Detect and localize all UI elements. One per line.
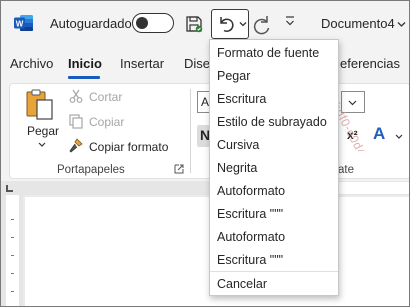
undo-item[interactable]: Escritura: [217, 92, 266, 106]
chevron-down-icon[interactable]: [239, 20, 247, 28]
word-logo-icon: W: [14, 15, 33, 31]
chevron-down-icon: [348, 100, 357, 106]
font-group-label: ate: [338, 164, 354, 176]
redo-icon[interactable]: [252, 13, 274, 35]
group-divider: [190, 89, 191, 173]
chevron-down-icon[interactable]: [38, 142, 46, 148]
autosave-label: Autoguardado: [50, 16, 132, 31]
chevron-down-icon[interactable]: [395, 134, 403, 140]
paste-icon[interactable]: [23, 89, 57, 121]
ribbon-tabs: Archivo Inicio Insertar Dise eferencias: [1, 47, 409, 79]
undo-item[interactable]: Autoformato: [217, 184, 285, 198]
ruler-tick: [11, 255, 14, 256]
copy-icon: [69, 114, 83, 129]
ruler-tick: [11, 273, 14, 274]
cut-button[interactable]: Cortar: [89, 90, 122, 104]
ruler-tick: [11, 237, 14, 238]
tab-inicio[interactable]: Inicio: [68, 56, 102, 71]
ruler-tick: [11, 219, 14, 220]
format-painter-button[interactable]: Copiar formato: [89, 140, 168, 154]
tab-stop-selector-icon[interactable]: [6, 185, 13, 192]
tab-insertar[interactable]: Insertar: [120, 56, 164, 71]
save-icon[interactable]: [184, 14, 204, 34]
dialog-launcher-icon[interactable]: [174, 164, 184, 174]
paste-button[interactable]: Pegar: [27, 124, 59, 138]
title-bar: W Autoguardado Documento4: [1, 1, 409, 47]
cancel-undo-button[interactable]: Cancelar: [217, 277, 267, 291]
tab-diseno[interactable]: Dise: [184, 56, 210, 71]
undo-item[interactable]: Formato de fuente: [217, 46, 319, 60]
autosave-toggle[interactable]: [132, 13, 174, 33]
format-painter-icon: [69, 138, 83, 153]
tab-referencias[interactable]: eferencias: [340, 56, 400, 71]
undo-button-group[interactable]: [211, 9, 249, 39]
text-effects-button[interactable]: A: [373, 124, 385, 144]
svg-text:W: W: [16, 19, 24, 28]
undo-item[interactable]: Estilo de subrayado: [217, 115, 327, 129]
scissors-icon: [69, 89, 83, 103]
undo-item[interactable]: Negrita: [217, 161, 257, 175]
document-title[interactable]: Documento4: [321, 16, 395, 31]
customize-toolbar-icon[interactable]: [285, 15, 295, 27]
dropdown-divider: [210, 271, 338, 272]
ruler-tick: [11, 291, 14, 292]
undo-item[interactable]: Escritura """: [217, 207, 283, 221]
undo-item[interactable]: Pegar: [217, 69, 250, 83]
undo-icon[interactable]: [216, 14, 236, 34]
undo-item[interactable]: Escritura """: [217, 253, 283, 267]
tab-archivo[interactable]: Archivo: [10, 56, 53, 71]
word-window: W Autoguardado Documento4 Archivo Inicio…: [0, 0, 410, 307]
undo-item[interactable]: Cursiva: [217, 138, 259, 152]
superscript-button[interactable]: x²: [347, 128, 358, 142]
toggle-knob: [136, 16, 148, 29]
chevron-down-icon[interactable]: [397, 20, 406, 28]
copy-button[interactable]: Copiar: [89, 115, 124, 129]
font-size-dropdown[interactable]: [341, 91, 365, 113]
undo-item[interactable]: Autoformato: [217, 230, 285, 244]
undo-history-dropdown: Formato de fuente Pegar Escritura Estilo…: [209, 39, 339, 296]
clipboard-group-label: Portapapeles: [57, 164, 125, 176]
